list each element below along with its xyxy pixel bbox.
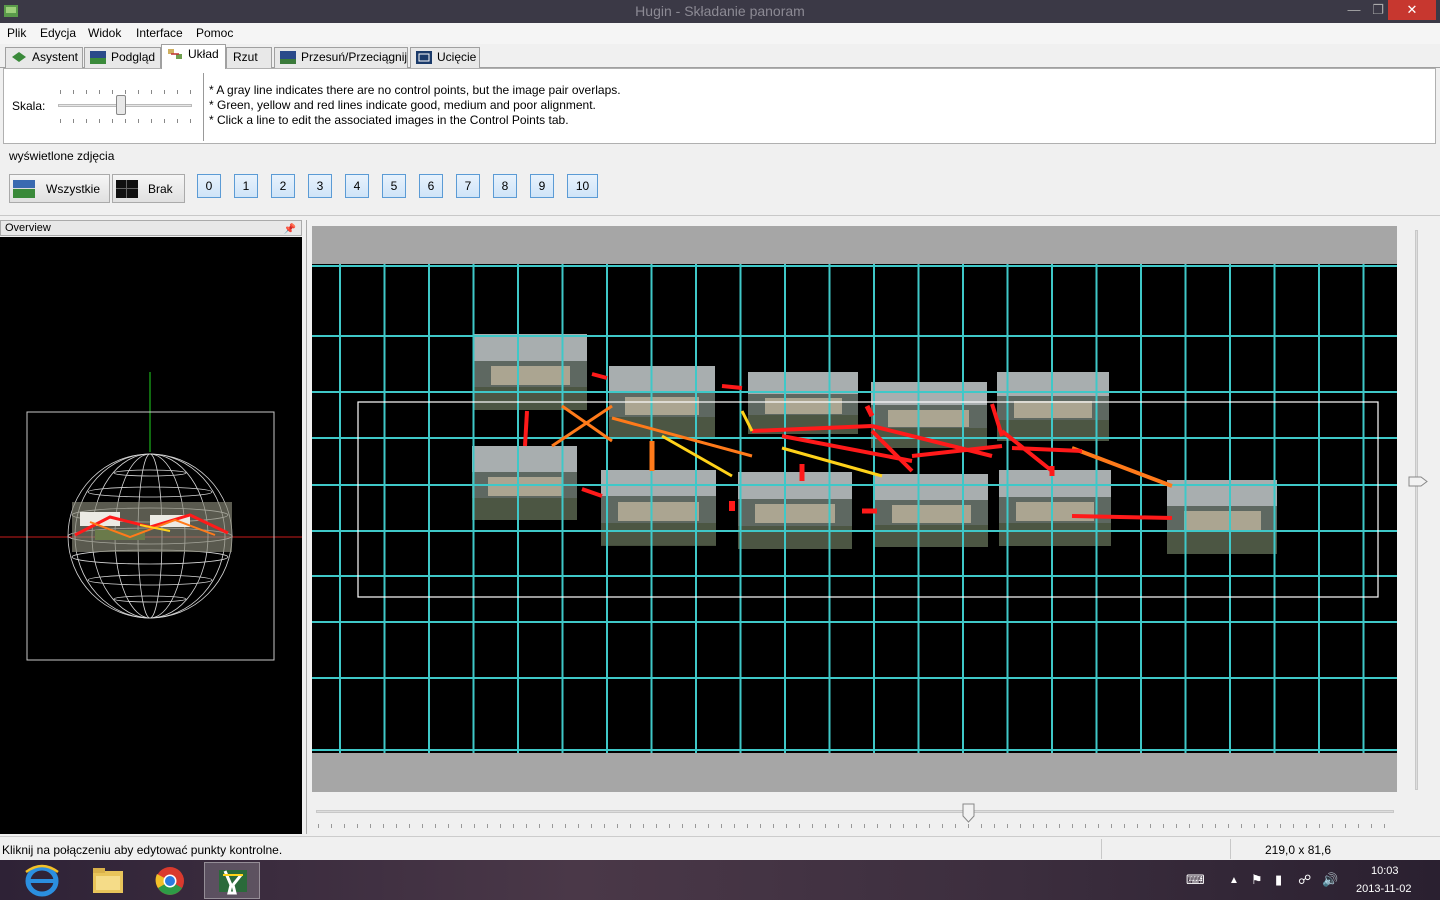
close-button[interactable]: ✕ (1388, 0, 1436, 20)
image-toggle-3[interactable]: 3 (308, 174, 332, 198)
tab-asystent[interactable]: Asystent (5, 47, 83, 68)
control-point-link-24 (721, 384, 743, 390)
show-all-button[interactable]: Wszystkie (9, 174, 110, 203)
scale-slider-thumb[interactable] (116, 95, 126, 115)
menu-interface[interactable]: Interface (136, 26, 183, 40)
photo-tile-0 (474, 334, 587, 410)
pin-icon[interactable]: 📌 (284, 223, 296, 237)
horizontal-slider-ticks (318, 824, 1394, 828)
menu-plik[interactable]: Plik (7, 26, 26, 40)
control-point-link-22 (1071, 514, 1173, 520)
info-line-colors: * Green, yellow and red lines indicate g… (209, 98, 596, 112)
photo-tile-5 (472, 446, 577, 520)
taskbar-internet-explorer[interactable] (14, 862, 70, 899)
info-line-gray: * A gray line indicates there are no con… (209, 83, 621, 97)
image-toggle-8[interactable]: 8 (493, 174, 517, 198)
image-toggle-1[interactable]: 1 (234, 174, 258, 198)
keyboard-icon[interactable]: ⌨ (1186, 872, 1205, 888)
menu-bar: Plik Edycja Widok Interface Pomoc (0, 23, 1440, 44)
show-none-button[interactable]: Brak (112, 174, 185, 203)
window-title: Hugin - Składanie panoram (635, 3, 805, 19)
image-toggle-7[interactable]: 7 (456, 174, 480, 198)
layout-icon (168, 49, 182, 59)
photo-tile-7 (738, 472, 852, 549)
status-separator (1101, 839, 1102, 859)
status-separator-2 (1230, 839, 1231, 859)
wizard-icon (12, 52, 26, 62)
tab-podglad[interactable]: Podgląd (84, 47, 161, 68)
displayed-images-label: wyświetlone zdjęcia (9, 149, 115, 163)
info-text: * A gray line indicates there are no con… (209, 83, 621, 128)
volume-icon[interactable]: 🔊 (1322, 872, 1338, 888)
menu-pomoc[interactable]: Pomoc (196, 26, 233, 40)
horizontal-fov-slider[interactable] (316, 810, 1394, 813)
status-dimensions: 219,0 x 81,6 (1265, 843, 1332, 857)
tab-bar: Asystent Podgląd Układ Rzut Przesuń/Prze… (0, 44, 1440, 69)
crop-icon (416, 51, 432, 64)
image-toggle-6[interactable]: 6 (419, 174, 443, 198)
chrome-icon (155, 867, 184, 895)
internet-explorer-icon (25, 864, 59, 897)
vertical-slider-thumb[interactable] (1408, 476, 1428, 487)
action-center-flag-icon[interactable]: ⚑ (1251, 872, 1263, 888)
taskbar-chrome[interactable] (142, 862, 198, 899)
info-line-click: * Click a line to edit the associated im… (209, 113, 569, 127)
photo-tile-6 (601, 470, 716, 546)
move-drag-icon (280, 51, 296, 64)
panorama-layout (312, 264, 1397, 753)
image-toggle-4[interactable]: 4 (345, 174, 369, 198)
scale-ticks-bottom (60, 119, 192, 123)
image-toggle-10[interactable]: 10 (567, 174, 598, 198)
overview-canvas[interactable] (0, 237, 302, 834)
status-message: Kliknij na połączeniu aby edytować punkt… (2, 843, 283, 857)
overview-header: Overview 📌 (0, 220, 302, 236)
clock-time[interactable]: 10:03 (1371, 865, 1399, 877)
windows-taskbar: ⌨ ▲ ⚑ ▮ ☍ 🔊 (0, 860, 1440, 900)
image-toggle-9[interactable]: 9 (530, 174, 554, 198)
vertical-fov-slider[interactable] (1415, 230, 1418, 790)
scale-label: Skala: (12, 99, 46, 113)
show-hidden-icons-icon[interactable]: ▲ (1229, 875, 1239, 886)
layout-info-panel: Skala: * A gray line indicates there are… (3, 68, 1436, 144)
no-images-icon (116, 180, 138, 198)
folder-icon (93, 868, 123, 893)
menu-edycja[interactable]: Edycja (40, 26, 76, 40)
tab-uciecie[interactable]: Ucięcie (410, 47, 480, 68)
menu-widok[interactable]: Widok (88, 26, 121, 40)
all-images-icon (13, 180, 35, 198)
panel-divider (203, 73, 204, 141)
layout-preview-canvas[interactable] (312, 226, 1397, 792)
taskbar-hugin[interactable] (204, 862, 260, 899)
battery-icon[interactable]: ▮ (1275, 872, 1282, 888)
sphere-overview (0, 372, 302, 661)
photo-tile-10 (1167, 480, 1277, 554)
preview-icon (90, 51, 106, 64)
scale-ticks-top (60, 90, 192, 94)
overview-title: Overview (5, 222, 51, 234)
photo-tile-2 (748, 372, 858, 434)
title-bar: Hugin - Składanie panoram — ❐ ✕ (0, 0, 1440, 23)
clock-date[interactable]: 2013-11-02 (1356, 883, 1411, 895)
photo-tile-9 (999, 470, 1111, 546)
section-divider (0, 215, 1440, 216)
image-toggle-5[interactable]: 5 (382, 174, 406, 198)
hugin-icon (219, 870, 247, 895)
tab-przesun[interactable]: Przesuń/Przeciągnij (274, 47, 408, 68)
image-toggle-0[interactable]: 0 (197, 174, 221, 198)
horizontal-slider-thumb[interactable] (962, 803, 975, 823)
status-bar: Kliknij na połączeniu aby edytować punkt… (0, 836, 1440, 860)
taskbar-file-explorer[interactable] (80, 862, 136, 899)
tab-uklad[interactable]: Układ (161, 44, 226, 69)
control-point-link-0 (523, 410, 529, 447)
network-icon[interactable]: ☍ (1298, 872, 1311, 888)
image-toggle-2[interactable]: 2 (271, 174, 295, 198)
tab-rzut[interactable]: Rzut (226, 47, 272, 68)
